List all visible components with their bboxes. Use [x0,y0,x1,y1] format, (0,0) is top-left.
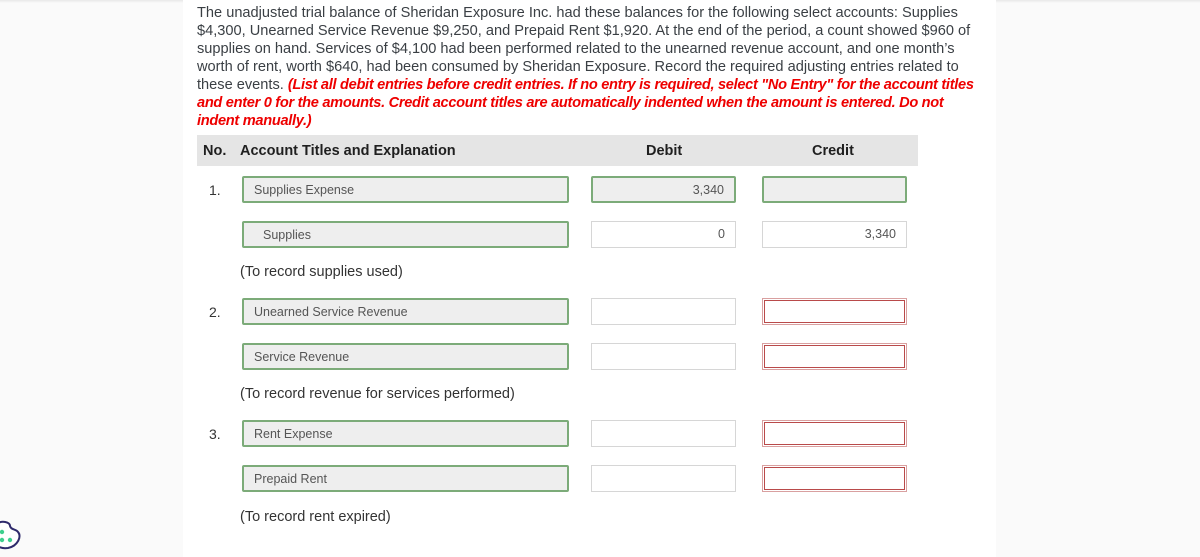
account-title-select[interactable]: Unearned Service Revenue [242,298,569,325]
debit-input[interactable]: 0 [591,221,736,248]
question-instructions: (List all debit entries before credit en… [197,77,974,129]
question-text: The unadjusted trial balance of Sheridan… [197,4,987,130]
account-title-select[interactable]: Rent Expense [242,420,569,447]
header-credit: Credit [812,143,854,159]
account-title-select[interactable]: Service Revenue [242,343,569,370]
debit-input[interactable] [591,420,736,447]
credit-input[interactable]: 3,340 [762,221,907,248]
debit-input[interactable]: 3,340 [591,176,736,203]
debit-input[interactable] [591,298,736,325]
entry-number: 3. [209,426,221,442]
account-title-select[interactable]: Supplies [242,221,569,248]
header-debit: Debit [646,143,683,159]
journal-table-header: No. Account Titles and Explanation Debit… [197,135,918,166]
debit-input[interactable] [591,343,736,370]
entry-number: 1. [209,182,221,198]
credit-input[interactable] [762,298,907,325]
header-account-titles: Account Titles and Explanation [240,143,456,159]
entry-explanation: (To record supplies used) [240,264,403,280]
question-panel: The unadjusted trial balance of Sheridan… [183,0,996,557]
debit-input[interactable] [591,465,736,492]
entry-explanation: (To record rent expired) [240,509,391,525]
account-title-select[interactable]: Supplies Expense [242,176,569,203]
credit-input[interactable] [762,343,907,370]
credit-input[interactable] [762,420,907,447]
credit-input[interactable] [762,176,907,203]
entry-number: 2. [209,304,221,320]
entry-explanation: (To record revenue for services performe… [240,386,515,402]
credit-input[interactable] [762,465,907,492]
account-title-select[interactable]: Prepaid Rent [242,465,569,492]
cookie-icon[interactable] [0,518,28,554]
header-no: No. [203,143,227,159]
